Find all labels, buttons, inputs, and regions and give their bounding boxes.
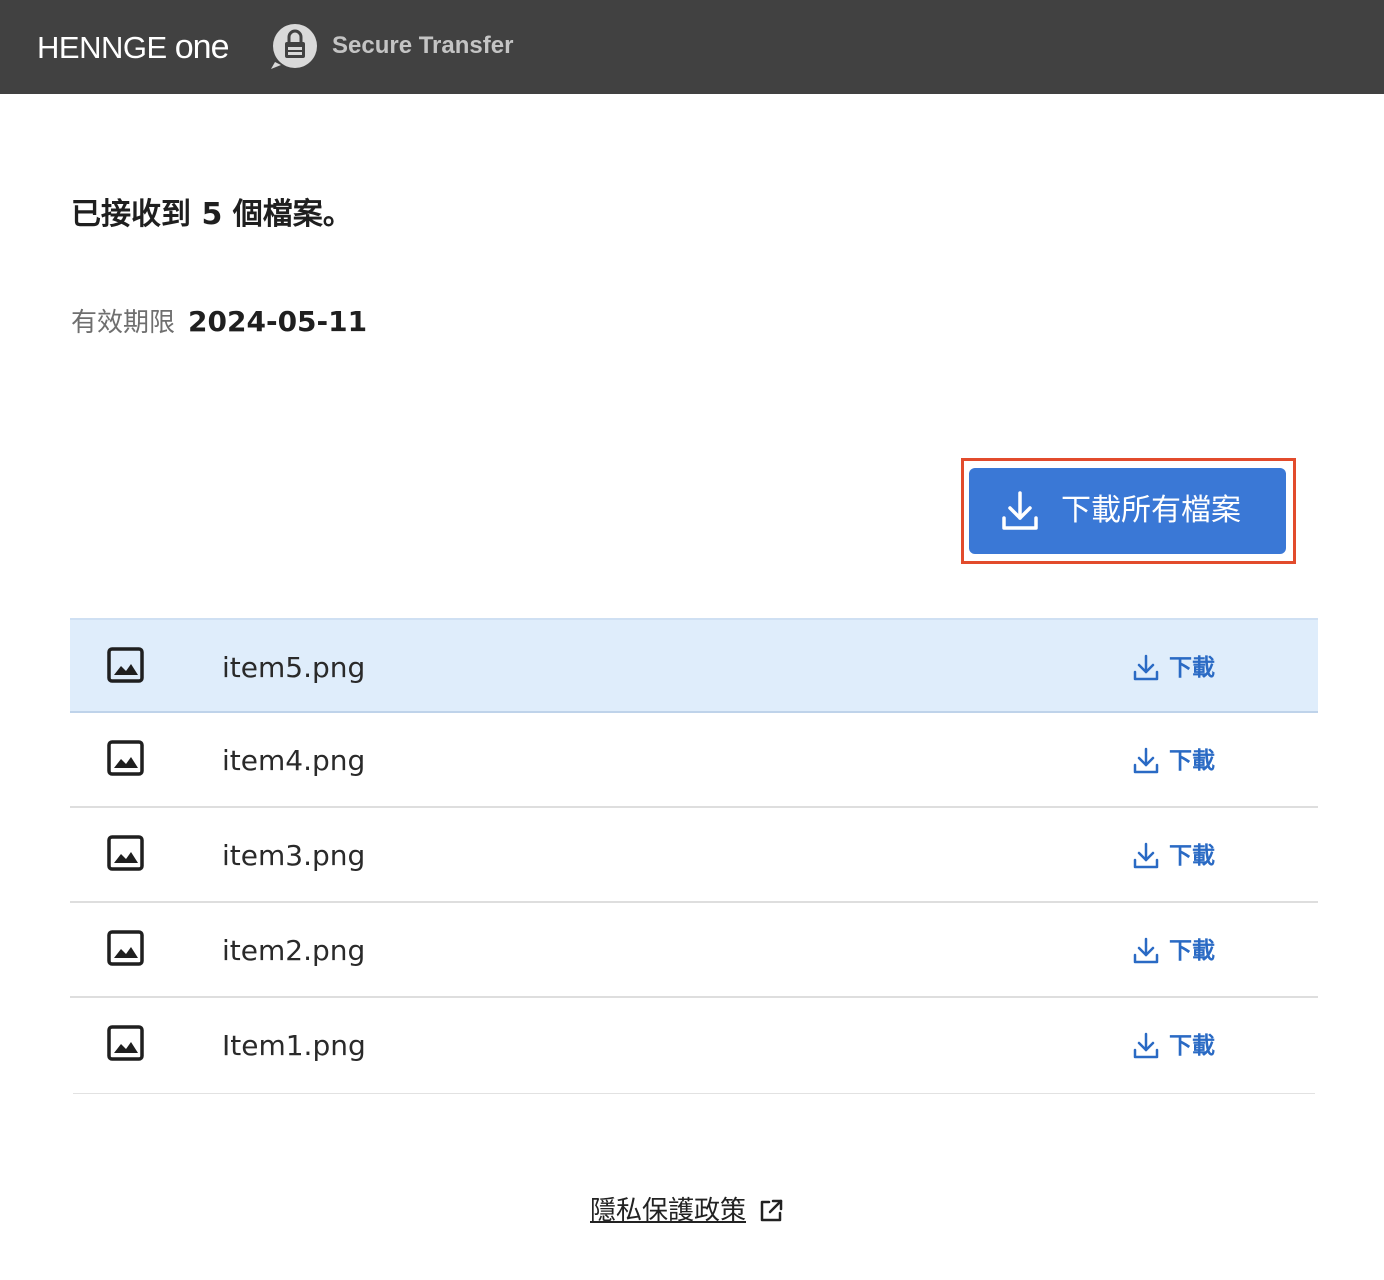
file-row[interactable]: item5.png 下載 [70, 618, 1318, 713]
external-link-icon [760, 1199, 783, 1222]
lock-bubble-icon [271, 24, 317, 69]
expiry-info: 有效期限 2024-05-11 [71, 305, 367, 340]
download-all-label: 下載所有檔案 [1061, 494, 1241, 527]
file-download-label: 下載 [1169, 748, 1215, 774]
file-download-link[interactable]: 下載 [1133, 935, 1215, 967]
file-download-label: 下載 [1169, 843, 1215, 869]
download-icon [1133, 747, 1159, 774]
list-divider [73, 1093, 1315, 1094]
file-row[interactable]: item2.png 下載 [70, 903, 1318, 998]
file-download-label: 下載 [1169, 938, 1215, 964]
file-name: item5.png [222, 651, 366, 684]
download-icon [1133, 1032, 1159, 1059]
file-download-label: 下載 [1169, 1033, 1215, 1059]
download-all-button[interactable]: 下載所有檔案 [969, 468, 1286, 554]
image-file-icon [107, 740, 144, 776]
file-list: item5.png 下載 item4.png 下載 item3.png 下載 i… [70, 618, 1318, 1093]
download-icon [1133, 937, 1159, 964]
expiry-date: 2024-05-11 [188, 305, 368, 338]
download-icon [1002, 491, 1038, 530]
image-file-icon [107, 930, 144, 966]
brand-name: HENNGE [37, 30, 167, 65]
image-file-icon [107, 835, 144, 871]
file-name: item2.png [222, 934, 366, 967]
file-row[interactable]: item3.png 下載 [70, 808, 1318, 903]
file-name: Item1.png [222, 1029, 366, 1062]
file-download-link[interactable]: 下載 [1133, 745, 1215, 777]
expiry-label: 有效期限 [71, 308, 176, 338]
brand-logo: HENNGE one [37, 26, 229, 69]
privacy-policy-label: 隱私保護政策 [590, 1196, 747, 1226]
brand-suffix: one [174, 28, 230, 66]
image-file-icon [107, 1025, 144, 1061]
file-download-link[interactable]: 下載 [1133, 1030, 1215, 1062]
received-files-message: 已接收到 5 個檔案。 [71, 197, 353, 232]
file-row[interactable]: Item1.png 下載 [70, 998, 1318, 1093]
file-name: item3.png [222, 839, 366, 872]
image-file-icon [107, 647, 144, 683]
download-icon [1133, 842, 1159, 869]
file-download-link[interactable]: 下載 [1133, 652, 1215, 684]
file-name: item4.png [222, 744, 366, 777]
product-name: Secure Transfer [332, 32, 514, 59]
download-icon [1133, 654, 1159, 681]
file-download-link[interactable]: 下載 [1133, 840, 1215, 872]
file-download-label: 下載 [1169, 655, 1215, 681]
privacy-policy-link[interactable]: 隱私保護政策 [590, 1193, 784, 1229]
top-bar: HENNGE one Secure Transfer [0, 0, 1384, 94]
file-row[interactable]: item4.png 下載 [70, 713, 1318, 808]
